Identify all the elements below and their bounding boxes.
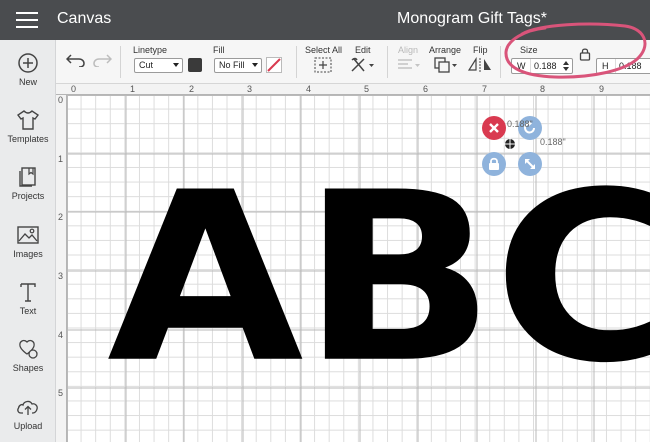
- text-icon: [20, 283, 36, 302]
- sidebar-item-label: Projects: [11, 191, 45, 201]
- lock-handle[interactable]: [482, 152, 506, 176]
- ruler-number: 7: [482, 84, 488, 94]
- fill-select[interactable]: No Fill: [214, 58, 262, 73]
- sidebar-item-label: Templates: [7, 134, 49, 144]
- fill-value: No Fill: [219, 60, 245, 70]
- align-icon[interactable]: [397, 58, 421, 72]
- app-title: Canvas: [57, 10, 112, 27]
- sidebar-item-templates[interactable]: Templates: [0, 109, 56, 161]
- height-field[interactable]: H 0.188: [596, 58, 650, 74]
- sidebar-item-label: New: [18, 77, 37, 87]
- ruler-number: 2: [189, 84, 195, 94]
- top-header: Canvas Monogram Gift Tags*: [0, 0, 650, 40]
- horizontal-ruler: 0 1 2 3 4 5 6 7 8 9: [56, 84, 650, 95]
- resize-diagonal-icon: [525, 159, 535, 169]
- ruler-number: 4: [306, 84, 312, 94]
- arrange-icon[interactable]: [434, 57, 458, 73]
- sidebar-item-text[interactable]: Text: [0, 281, 56, 333]
- height-label: H: [602, 61, 609, 71]
- upload-icon: [17, 400, 38, 415]
- size-label: Size: [520, 45, 538, 55]
- vertical-ruler: 0 1 2 3 4 5: [56, 95, 67, 442]
- hamburger-menu-icon[interactable]: [16, 12, 38, 28]
- ruler-number: 2: [58, 212, 64, 222]
- flip-label: Flip: [473, 45, 488, 55]
- plus-circle-icon: [18, 53, 38, 73]
- no-fill-swatch-icon[interactable]: [266, 57, 282, 73]
- sidebar-item-label: Shapes: [12, 363, 44, 373]
- height-value: 0.188: [615, 59, 642, 73]
- design-canvas[interactable]: ABC 0.188" 0.188": [67, 95, 650, 442]
- sidebar-item-projects[interactable]: Projects: [0, 166, 56, 218]
- tshirt-icon: [16, 110, 40, 130]
- ruler-number: 6: [423, 84, 429, 94]
- resize-handle[interactable]: [518, 152, 542, 176]
- select-all-label: Select All: [305, 45, 343, 55]
- lock-icon: [489, 157, 499, 170]
- projects-icon: [19, 167, 36, 187]
- toolbar-divider: [120, 46, 121, 78]
- stepper-arrows-icon[interactable]: [563, 61, 569, 71]
- sidebar-item-upload[interactable]: Upload: [0, 396, 56, 442]
- chevron-down-icon: [173, 63, 179, 67]
- ruler-number: 4: [58, 330, 64, 340]
- chevron-down-icon: [252, 63, 258, 67]
- flip-icon[interactable]: [468, 57, 494, 73]
- image-icon: [17, 226, 39, 244]
- ruler-number: 3: [247, 84, 253, 94]
- monogram-letters[interactable]: ABC: [107, 161, 650, 395]
- ruler-number: 5: [364, 84, 370, 94]
- close-icon: [489, 123, 499, 133]
- edit-tools-icon[interactable]: [350, 57, 374, 73]
- toolbar-divider: [387, 46, 388, 78]
- edit-toolbar: Linetype Cut Fill No Fill Select All Edi…: [56, 40, 650, 84]
- width-label: W: [517, 61, 526, 71]
- linetype-value: Cut: [139, 60, 154, 70]
- sidebar-item-shapes[interactable]: Shapes: [0, 338, 56, 390]
- toolbar-divider: [296, 46, 297, 78]
- ruler-number: 8: [540, 84, 546, 94]
- ruler-number: 5: [58, 388, 64, 398]
- selected-object-icon[interactable]: [503, 137, 517, 151]
- fill-label: Fill: [213, 45, 225, 55]
- ruler-number: 1: [58, 154, 64, 164]
- align-label: Align: [398, 45, 419, 55]
- ruler-number: 0: [71, 84, 77, 94]
- sidebar-item-label: Images: [13, 249, 43, 259]
- sidebar-item-images[interactable]: Images: [0, 224, 56, 276]
- linetype-select[interactable]: Cut: [134, 58, 183, 73]
- linetype-color-swatch[interactable]: [188, 58, 202, 72]
- ruler-number: 1: [130, 84, 136, 94]
- sidebar-item-new[interactable]: New: [0, 52, 56, 104]
- lock-aspect-icon[interactable]: [579, 47, 591, 61]
- sidebar-item-label: Text: [19, 306, 37, 316]
- arrange-label: Arrange: [429, 45, 462, 55]
- left-sidebar: New Templates Projects Images Text Shape…: [0, 40, 56, 442]
- undo-icon[interactable]: [66, 53, 86, 67]
- width-field[interactable]: W 0.188: [511, 58, 573, 74]
- height-dimension-label: 0.188": [540, 137, 566, 147]
- ruler-number: 0: [58, 95, 64, 105]
- width-value: 0.188: [530, 59, 557, 73]
- select-all-icon[interactable]: [314, 57, 332, 73]
- width-dimension-label: 0.188": [507, 119, 533, 129]
- document-title: Monogram Gift Tags*: [397, 10, 547, 27]
- ruler-number: 3: [58, 271, 64, 281]
- edit-label: Edit: [355, 45, 371, 55]
- toolbar-divider: [500, 46, 501, 78]
- ruler-number: 9: [599, 84, 605, 94]
- shapes-icon: [19, 339, 38, 359]
- redo-icon[interactable]: [92, 53, 112, 67]
- sidebar-item-label: Upload: [13, 421, 43, 431]
- linetype-label: Linetype: [133, 45, 168, 55]
